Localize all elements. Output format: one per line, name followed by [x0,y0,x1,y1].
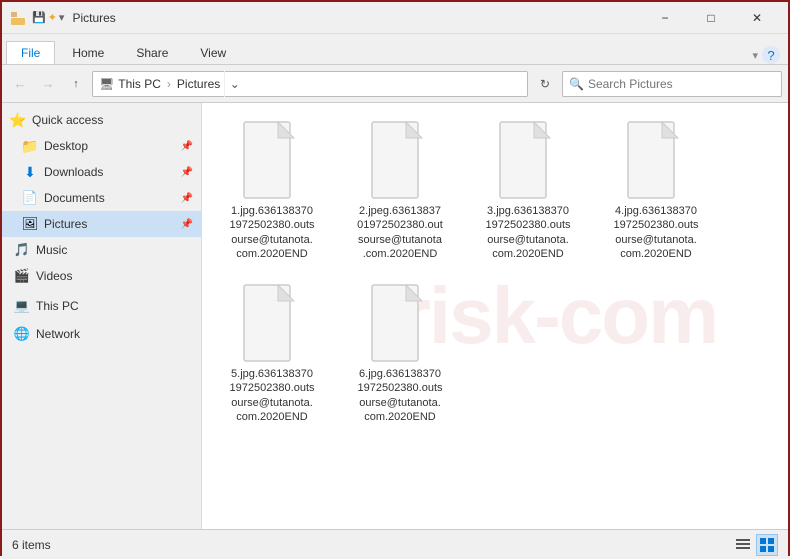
refresh-button[interactable]: ↻ [532,71,558,97]
breadcrumb-this-pc[interactable]: This PC [118,77,161,91]
tab-share[interactable]: Share [121,41,183,64]
breadcrumb-separator-1: › [167,77,171,91]
pin-icon-pictures: 📌 [181,219,193,230]
sidebar-item-this-pc[interactable]: 💻 This PC [2,293,201,319]
window-title: Pictures [72,11,642,25]
videos-icon: 🎬 [14,268,30,284]
view-grid-button[interactable] [756,534,778,556]
file-item-6[interactable]: 6.jpg.6361383701972502380.outsourse@tuta… [340,276,460,431]
sidebar-item-network[interactable]: 🌐 Network [2,321,201,347]
file-icon-2 [368,120,432,200]
file-name-1: 1.jpg.6361383701972502380.outsourse@tuta… [229,204,314,261]
documents-icon: 📄 [22,190,38,206]
search-bar[interactable]: 🔍 [562,71,782,97]
file-item-4[interactable]: 4.jpg.6361383701972502380.outsourse@tuta… [596,113,716,268]
file-item-2[interactable]: 2.jpeg.6361383701972502380.outsourse@tut… [340,113,460,268]
file-area: risk-com 1.jpg.6361383701972502380.outso… [202,103,788,529]
sidebar-item-pictures[interactable]: 🖼 Pictures 📌 [2,211,201,237]
sidebar-this-pc-label: This PC [36,299,79,313]
sidebar: ⭐ Quick access 📁 Desktop 📌 ⬇ Downloads 📌… [2,103,202,529]
sidebar-videos-label: Videos [36,269,72,283]
music-icon: 🎵 [14,242,30,258]
app-icon [10,10,26,26]
breadcrumb-pictures[interactable]: Pictures [177,77,220,91]
file-icon-6 [368,283,432,363]
quick-access-icon: ⭐ [10,112,26,128]
tab-file[interactable]: File [6,41,55,64]
address-bar-pc-icon: 🖥 [99,77,114,91]
file-item-1[interactable]: 1.jpg.6361383701972502380.outsourse@tuta… [212,113,332,268]
close-button[interactable]: ✕ [734,2,780,34]
address-bar[interactable]: 🖥 This PC › Pictures ⌄ [92,71,528,97]
view-list-button[interactable] [732,534,754,556]
window-controls[interactable]: − □ ✕ [642,2,780,34]
address-bar-area: ← → ↑ 🖥 This PC › Pictures ⌄ ↻ 🔍 [2,65,788,103]
minimize-button[interactable]: − [642,2,688,34]
sidebar-network-label: Network [36,327,80,341]
back-button[interactable]: ← [8,72,32,96]
status-item-count: 6 items [12,538,732,552]
network-icon: 🌐 [14,326,30,342]
ribbon-chevron-down[interactable]: ▾ [752,49,758,62]
status-bar: 6 items [2,529,788,559]
file-icon-4 [624,120,688,200]
quick-access-toolbar[interactable]: 💾 ✦ ▾ [32,11,64,24]
address-dropdown-button[interactable]: ⌄ [224,71,244,97]
pin-icon-downloads: 📌 [181,167,193,178]
file-item-5[interactable]: 5.jpg.6361383701972502380.outsourse@tuta… [212,276,332,431]
files-grid: 1.jpg.6361383701972502380.outsourse@tuta… [212,113,778,431]
up-button[interactable]: ↑ [64,72,88,96]
file-icon-5 [240,283,304,363]
tab-home[interactable]: Home [57,41,119,64]
file-name-4: 4.jpg.6361383701972502380.outsourse@tuta… [613,204,698,261]
sidebar-quick-access-label: Quick access [32,113,103,127]
sidebar-section-quick-access[interactable]: ⭐ Quick access [2,107,201,133]
file-name-3: 3.jpg.6361383701972502380.outsourse@tuta… [485,204,570,261]
main-container: ⭐ Quick access 📁 Desktop 📌 ⬇ Downloads 📌… [2,103,788,529]
view-buttons [732,534,778,556]
search-icon: 🔍 [569,77,584,91]
pictures-icon: 🖼 [22,216,38,232]
sidebar-music-label: Music [36,243,67,257]
ribbon-tabs: File Home Share View ▾ ? [2,34,788,64]
sidebar-pictures-label: Pictures [44,217,87,231]
pin-icon-desktop: 📌 [181,141,193,152]
desktop-folder-icon: 📁 [22,138,38,154]
tab-view[interactable]: View [185,41,241,64]
title-bar: 💾 ✦ ▾ Pictures − □ ✕ [2,2,788,34]
sidebar-downloads-label: Downloads [44,165,103,179]
downloads-icon: ⬇ [22,164,38,180]
sidebar-item-downloads[interactable]: ⬇ Downloads 📌 [2,159,201,185]
file-item-3[interactable]: 3.jpg.6361383701972502380.outsourse@tuta… [468,113,588,268]
forward-button[interactable]: → [36,72,60,96]
sidebar-item-videos[interactable]: 🎬 Videos [2,263,201,289]
help-button[interactable]: ? [762,46,780,64]
file-name-6: 6.jpg.6361383701972502380.outsourse@tuta… [357,367,442,424]
search-input[interactable] [588,77,775,91]
file-icon-3 [496,120,560,200]
file-name-5: 5.jpg.6361383701972502380.outsourse@tuta… [229,367,314,424]
ribbon: File Home Share View ▾ ? [2,34,788,65]
sidebar-item-desktop[interactable]: 📁 Desktop 📌 [2,133,201,159]
this-pc-icon: 💻 [14,298,30,314]
pin-icon-documents: 📌 [181,193,193,204]
sidebar-desktop-label: Desktop [44,139,88,153]
sidebar-item-music[interactable]: 🎵 Music [2,237,201,263]
file-name-2: 2.jpeg.6361383701972502380.outsourse@tut… [357,204,443,261]
maximize-button[interactable]: □ [688,2,734,34]
file-icon-1 [240,120,304,200]
sidebar-documents-label: Documents [44,191,105,205]
sidebar-item-documents[interactable]: 📄 Documents 📌 [2,185,201,211]
